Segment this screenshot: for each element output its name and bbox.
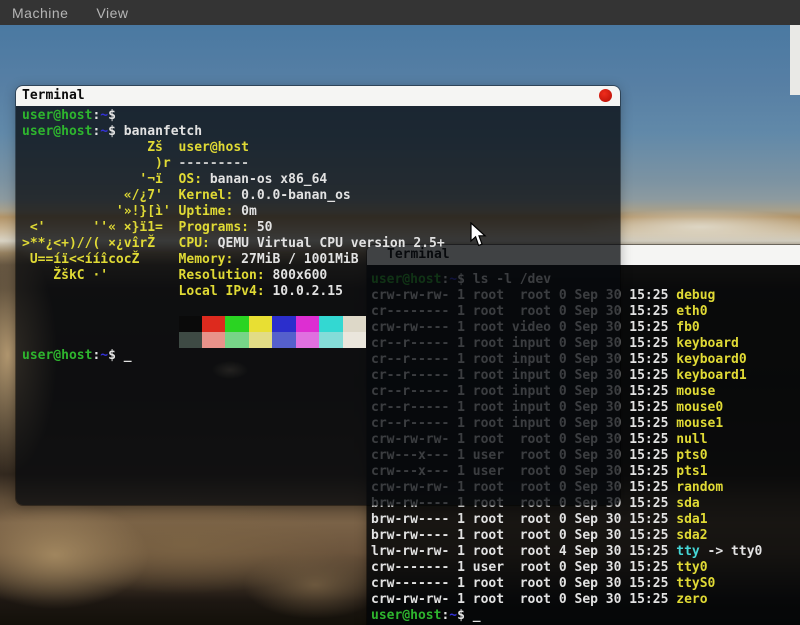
mouse-cursor: [470, 222, 487, 248]
color-swatch: [179, 316, 202, 332]
terminal-row: )r ---------: [22, 156, 620, 172]
color-swatch: [272, 316, 295, 332]
terminal-row: [22, 332, 620, 348]
color-swatch: [319, 316, 342, 332]
terminal-row: <' ''« ×}ï1= Programs: 50: [22, 220, 620, 236]
terminal-row: '»!}[ì' Uptime: 0m: [22, 204, 620, 220]
color-swatch: [202, 332, 225, 348]
terminal-row: «/¿7' Kernel: 0.0.0-banan_os: [22, 188, 620, 204]
menu-bar: Machine View: [0, 0, 800, 25]
terminal1-content[interactable]: user@host:~$user@host:~$ bananfetch Zš u…: [16, 106, 620, 505]
color-swatch: [179, 332, 202, 348]
terminal-row: crw------- 1 user root 0 Sep 30 15:25 tt…: [371, 560, 800, 576]
wallpaper-highlight: [790, 25, 800, 95]
color-swatch: [225, 332, 248, 348]
terminal1-titlebar[interactable]: Terminal: [16, 86, 620, 106]
terminal-row: crw------- 1 root root 0 Sep 30 15:25 tt…: [371, 576, 800, 592]
color-swatch: [249, 332, 272, 348]
terminal-row: lrw-rw-rw- 1 root root 4 Sep 30 15:25 tt…: [371, 544, 800, 560]
color-swatch: [296, 316, 319, 332]
terminal-window-foreground[interactable]: Terminal user@host:~$user@host:~$ bananf…: [16, 86, 620, 505]
terminal-row: Zš user@host: [22, 140, 620, 156]
close-button[interactable]: [599, 89, 612, 102]
color-swatch: [343, 332, 366, 348]
terminal-row: user@host:~$ _: [22, 348, 620, 364]
menu-machine[interactable]: Machine: [12, 5, 68, 21]
terminal-row: Local IPv4: 10.0.2.15: [22, 284, 620, 300]
color-swatch: [202, 316, 225, 332]
terminal-row: brw-rw---- 1 root root 0 Sep 30 15:25 sd…: [371, 528, 800, 544]
terminal-row: >**¿<+)//( ×¿vîrŽ CPU: QEMU Virtual CPU …: [22, 236, 620, 252]
terminal-row: user@host:~$ _: [371, 608, 800, 624]
terminal-row: user@host:~$ bananfetch: [22, 124, 620, 140]
terminal-row: user@host:~$: [22, 108, 620, 124]
menu-view[interactable]: View: [96, 5, 128, 21]
color-swatch: [343, 316, 366, 332]
color-swatch: [249, 316, 272, 332]
color-swatch: [225, 316, 248, 332]
vm-screen: Machine View Terminal user@host:~$ ls -l…: [0, 0, 800, 625]
terminal1-title: Terminal: [22, 88, 85, 103]
color-swatch: [296, 332, 319, 348]
terminal-row: '¬ï OS: banan-os x86_64: [22, 172, 620, 188]
terminal-row: U==íï<<ííîcocŽ Memory: 27MiB / 1001MiB: [22, 252, 620, 268]
terminal-row: [22, 316, 620, 332]
terminal-row: brw-rw---- 1 root root 0 Sep 30 15:25 sd…: [371, 512, 800, 528]
terminal-row: [22, 300, 620, 316]
terminal-row: crw-rw-rw- 1 root root 0 Sep 30 15:25 ze…: [371, 592, 800, 608]
color-swatch: [272, 332, 295, 348]
color-swatch: [319, 332, 342, 348]
terminal-row: ŽškC ·' Resolution: 800x600: [22, 268, 620, 284]
